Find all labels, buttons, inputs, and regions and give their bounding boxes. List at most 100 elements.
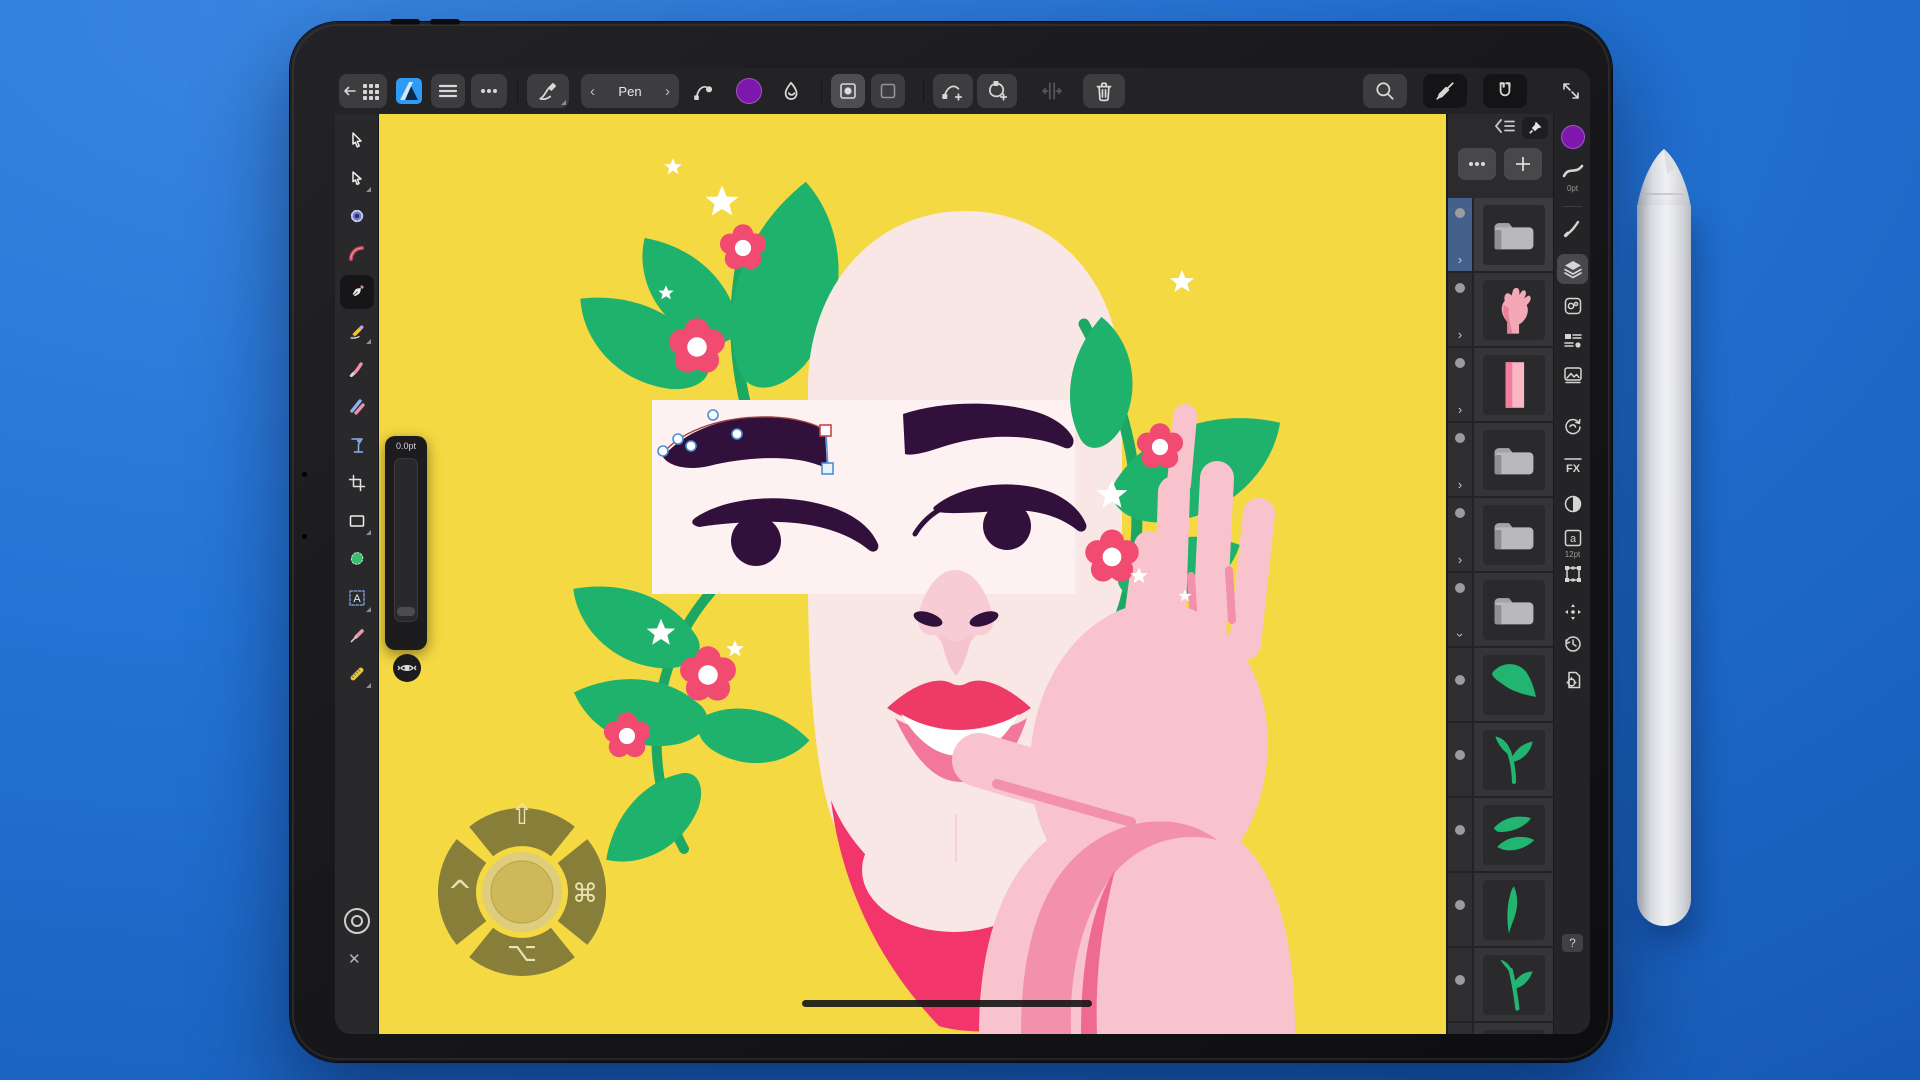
pin-panel-button[interactable] <box>1522 117 1548 139</box>
layer-thumbnail-cell[interactable] <box>1474 948 1553 1021</box>
layer-thumbnail-cell[interactable] <box>1474 573 1553 646</box>
stroke-color-button[interactable] <box>731 74 767 108</box>
curve-node[interactable] <box>686 441 696 451</box>
brush-preset-button[interactable] <box>527 74 569 108</box>
alignment-button[interactable] <box>1035 74 1069 108</box>
tool-node-button[interactable] <box>340 161 374 195</box>
layer-row[interactable]: › <box>1448 798 1553 873</box>
layer-thumbnail-cell[interactable] <box>1474 498 1553 571</box>
layer-visibility-dot[interactable] <box>1455 358 1465 368</box>
brushes-studio-button[interactable] <box>1554 218 1590 238</box>
layer-visibility-dot[interactable] <box>1455 283 1465 293</box>
layer-expand-chevron[interactable]: › <box>1458 405 1462 415</box>
home-indicator[interactable] <box>802 1000 1092 1007</box>
layer-row[interactable]: › <box>1448 273 1553 348</box>
layer-thumbnail-cell[interactable] <box>1474 423 1553 496</box>
layers-studio-button[interactable] <box>1554 258 1590 280</box>
help-button[interactable]: ? <box>1562 934 1583 952</box>
layer-row[interactable]: › <box>1448 573 1553 648</box>
add-node-button[interactable] <box>933 74 973 108</box>
tool-vector-brush-button[interactable] <box>340 351 374 385</box>
text-styles-studio-button[interactable] <box>1554 332 1590 350</box>
add-shape-button[interactable] <box>977 74 1017 108</box>
stroke-width-slider[interactable] <box>394 458 418 622</box>
fullscreen-button[interactable] <box>1557 74 1585 108</box>
layer-visibility-dot[interactable] <box>1455 675 1465 685</box>
layer-thumbnail-cell[interactable] <box>1474 648 1553 721</box>
color-cycle-button[interactable] <box>344 908 370 934</box>
tool-contour-button[interactable] <box>340 237 374 271</box>
zoom-button[interactable] <box>1363 74 1407 108</box>
preview-toggle-button[interactable] <box>393 654 421 682</box>
media-studio-button[interactable] <box>1554 366 1590 384</box>
tool-text-button[interactable]: A <box>340 581 374 615</box>
color-studio-button[interactable] <box>1554 125 1590 149</box>
layer-visibility-dot[interactable] <box>1455 433 1465 443</box>
layer-visibility-dot[interactable] <box>1455 750 1465 760</box>
swatches-studio-button[interactable] <box>1554 296 1590 316</box>
layer-row[interactable]: › <box>1448 948 1553 1023</box>
pen-mode-selector[interactable]: ‹ Pen › <box>581 74 679 108</box>
layer-thumbnail-cell[interactable] <box>1474 1023 1553 1034</box>
touch-draw-toggle[interactable] <box>1423 74 1467 108</box>
layer-visibility-dot[interactable] <box>1455 508 1465 518</box>
layer-visibility-dot[interactable] <box>1455 900 1465 910</box>
effects-studio-button[interactable]: FX <box>1554 456 1590 476</box>
tool-ruler-button[interactable] <box>340 657 374 691</box>
canvas[interactable]: ⇧ ^ ⌘ ⌥ <box>379 114 1446 1034</box>
layer-row[interactable]: › <box>1448 648 1553 723</box>
controller-center-button[interactable] <box>491 861 553 923</box>
curve-node[interactable] <box>732 429 742 439</box>
add-layer-button[interactable] <box>1504 148 1542 180</box>
menu-button[interactable] <box>431 74 465 108</box>
layer-thumbnail-cell[interactable] <box>1474 723 1553 796</box>
layer-expand-chevron[interactable]: › <box>1458 480 1462 490</box>
transparency-studio-button[interactable] <box>1554 494 1590 514</box>
selected-node-handle[interactable] <box>820 425 831 436</box>
layer-thumbnail-cell[interactable] <box>1474 198 1553 271</box>
stroke-studio-button[interactable] <box>1554 162 1590 180</box>
tool-color-picker-button[interactable] <box>340 619 374 653</box>
history-studio-button[interactable] <box>1554 634 1590 654</box>
layer-thumbnail-cell[interactable] <box>1474 348 1553 421</box>
layer-thumbnail-cell[interactable] <box>1474 873 1553 946</box>
curve-node[interactable] <box>673 434 683 444</box>
layer-thumbnail-cell[interactable] <box>1474 273 1553 346</box>
next-mode-chevron[interactable]: › <box>665 83 670 100</box>
tool-smart-shape-button[interactable] <box>340 542 374 576</box>
layer-row[interactable]: › <box>1448 1023 1553 1034</box>
character-studio-button[interactable]: a <box>1554 528 1590 548</box>
layer-visibility-dot[interactable] <box>1455 975 1465 985</box>
symbols-studio-button[interactable] <box>1554 416 1590 436</box>
app-logo-button[interactable] <box>393 74 425 108</box>
layer-options-button[interactable] <box>1458 148 1496 180</box>
layer-visibility-dot[interactable] <box>1455 825 1465 835</box>
tool-move-button[interactable] <box>340 123 374 157</box>
slider-thumb[interactable] <box>397 607 415 616</box>
prev-mode-chevron[interactable]: ‹ <box>590 83 595 100</box>
layer-row[interactable]: › <box>1448 198 1553 273</box>
layer-row[interactable]: › <box>1448 423 1553 498</box>
tool-crop-button[interactable] <box>340 466 374 500</box>
layer-row[interactable]: › <box>1448 348 1553 423</box>
curve-node[interactable] <box>658 446 668 456</box>
curve-mode-button[interactable] <box>685 74 721 108</box>
back-to-documents-button[interactable] <box>339 74 387 108</box>
layer-thumbnail-cell[interactable] <box>1474 798 1553 871</box>
document-settings-studio-button[interactable] <box>1554 670 1590 690</box>
tool-pencil-button[interactable] <box>340 313 374 347</box>
layer-visibility-dot[interactable] <box>1455 208 1465 218</box>
layer-expand-chevron[interactable]: › <box>1455 633 1465 637</box>
layer-expand-chevron[interactable]: › <box>1458 330 1462 340</box>
fill-enabled-toggle[interactable] <box>831 74 865 108</box>
curve-node[interactable] <box>708 410 718 420</box>
curve-end-node[interactable] <box>822 463 833 474</box>
layer-row[interactable]: › <box>1448 498 1553 573</box>
fill-style-button[interactable] <box>773 74 809 108</box>
tool-pen-button[interactable] <box>340 275 374 309</box>
arrange-studio-button[interactable] <box>1554 602 1590 622</box>
layer-row[interactable]: › <box>1448 873 1553 948</box>
layer-expand-chevron[interactable]: › <box>1458 255 1462 265</box>
transform-studio-button[interactable] <box>1554 564 1590 584</box>
tool-fill-button[interactable] <box>340 428 374 462</box>
